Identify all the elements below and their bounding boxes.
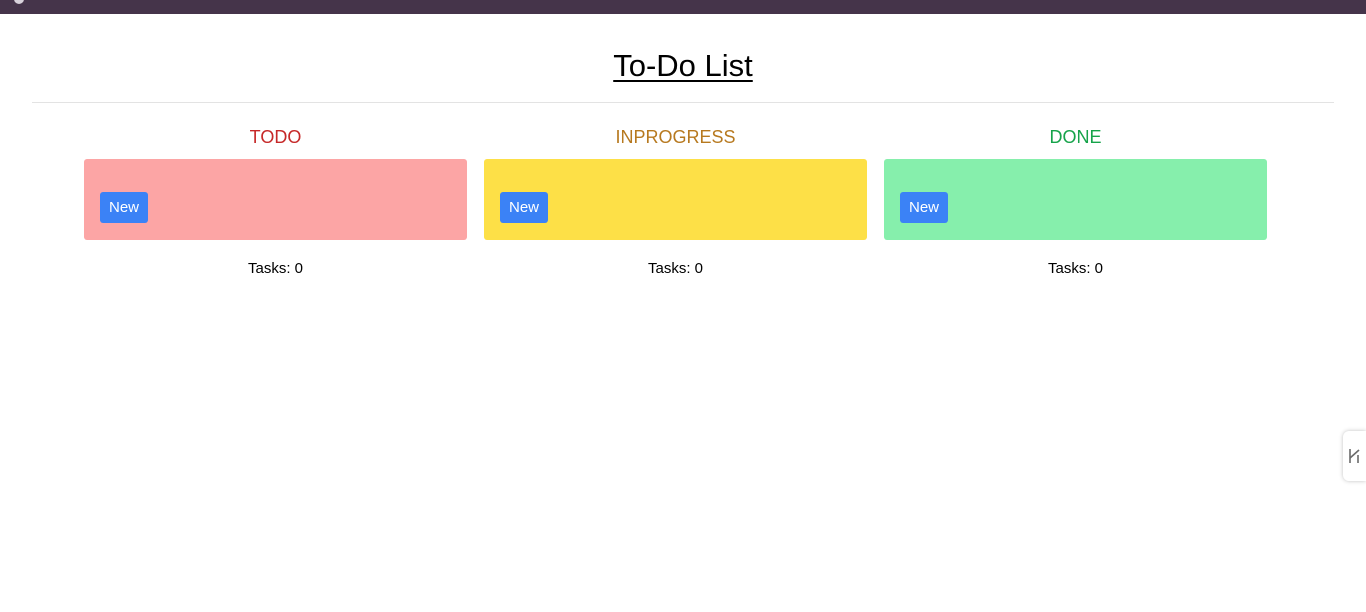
column-heading-inprogress: INPROGRESS [615, 127, 736, 147]
drop-zone-inprogress[interactable]: New [484, 159, 867, 240]
column-heading-todo: TODO [249, 127, 302, 147]
new-task-button-done[interactable]: New [900, 192, 949, 223]
task-count-done: Tasks: 0 [1047, 260, 1104, 277]
side-extension-tab[interactable] [1343, 431, 1366, 481]
drop-zone-todo[interactable]: New [84, 159, 467, 240]
window-control-icon[interactable] [14, 0, 24, 4]
column-heading-done: DONE [1049, 127, 1102, 147]
todo-page: To-Do List TODO New Tasks: 0 INPROGRESS … [0, 14, 1366, 612]
column-inprogress: INPROGRESS New Tasks: 0 [484, 124, 867, 279]
title-divider [32, 102, 1334, 103]
browser-top-bar [0, 0, 1366, 14]
task-count-inprogress: Tasks: 0 [647, 260, 704, 277]
column-todo: TODO New Tasks: 0 [84, 124, 467, 279]
task-count-todo: Tasks: 0 [247, 260, 304, 277]
column-done: DONE New Tasks: 0 [884, 124, 1267, 279]
page-title: To-Do List [613, 48, 753, 83]
drop-zone-done[interactable]: New [884, 159, 1267, 240]
extension-handle-icon [1349, 449, 1360, 463]
new-task-button-todo[interactable]: New [100, 192, 149, 223]
new-task-button-inprogress[interactable]: New [500, 192, 549, 223]
